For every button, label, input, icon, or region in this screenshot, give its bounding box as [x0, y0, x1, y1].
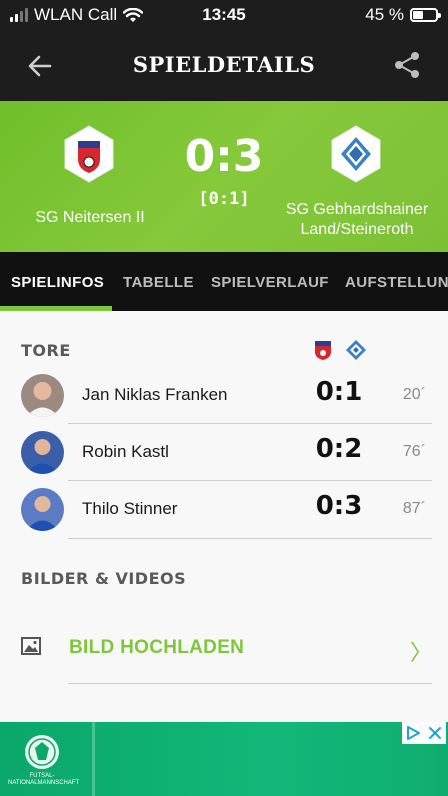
away-crest-icon — [331, 125, 381, 183]
row-divider — [68, 683, 432, 684]
image-icon — [21, 637, 41, 655]
home-team-name[interactable]: SG Neitersen II — [10, 208, 170, 228]
dfb-logo-icon — [25, 735, 59, 769]
goal-score: 0:1 — [315, 377, 363, 407]
away-team-name[interactable]: SG Gebhardshainer Land/Steineroth — [272, 200, 442, 240]
goals-section-title: TORE — [21, 341, 71, 360]
ad-banner[interactable]: FUTSAL-NATIONALMANNSCHAFT — [0, 722, 448, 796]
player-photo-icon — [21, 431, 64, 474]
chevron-right-icon: 〉 — [409, 640, 432, 665]
goal-score: 0:3 — [315, 491, 363, 521]
ad-logo-text: FUTSAL-NATIONALMANNSCHAFT — [8, 773, 80, 786]
player-avatar — [21, 431, 64, 474]
player-name: Thilo Stinner — [82, 499, 178, 518]
battery-icon — [410, 8, 441, 22]
status-right: 45 % — [365, 5, 441, 25]
home-crest-icon — [64, 125, 114, 183]
player-avatar — [21, 488, 64, 531]
goal-minute: 87´ — [402, 500, 426, 517]
upload-label: BILD HOCHLADEN — [69, 637, 245, 658]
home-team-crest[interactable] — [60, 125, 118, 183]
tab-aufstellung[interactable]: AUFSTELLUNG — [345, 274, 448, 291]
home-mini-crest-icon — [315, 341, 331, 360]
match-score: 0:3 — [184, 131, 264, 182]
away-mini-crest-icon — [346, 340, 366, 360]
battery-percent: 45 % — [365, 5, 404, 24]
app-header-area: WLAN Call 13:45 45 % SPIELDETAILS — [0, 0, 448, 101]
goal-row[interactable]: Thilo Stinner 0:3 87´ — [0, 481, 448, 538]
away-team-name-line1: SG Gebhardshainer — [285, 201, 429, 218]
goal-row[interactable]: Jan Niklas Franken 0:1 20´ — [0, 367, 448, 424]
player-photo-icon — [21, 374, 64, 417]
close-icon[interactable] — [427, 725, 443, 741]
status-bar: WLAN Call 13:45 45 % — [0, 0, 448, 30]
player-name: Robin Kastl — [82, 442, 169, 461]
tab-bar: SPIELINFOS TABELLE SPIELVERLAUF AUFSTELL… — [0, 252, 448, 311]
away-team-crest[interactable] — [327, 125, 385, 183]
player-avatar — [21, 374, 64, 417]
goal-minute: 76´ — [402, 443, 426, 460]
row-divider — [68, 538, 432, 539]
upload-image-button[interactable]: BILD HOCHLADEN 〉 — [0, 623, 448, 673]
tab-spielverlauf[interactable]: SPIELVERLAUF — [211, 274, 329, 291]
goal-row[interactable]: Robin Kastl 0:2 76´ — [0, 424, 448, 481]
nav-bar: SPIELDETAILS — [0, 30, 448, 101]
away-team-name-line2: Land/Steineroth — [300, 221, 414, 238]
content-area: TORE Jan Niklas Franken 0:1 20´ Robin Ka… — [0, 311, 448, 722]
share-icon[interactable] — [390, 48, 424, 82]
goal-score: 0:2 — [315, 434, 363, 464]
ad-choices-icon[interactable] — [405, 725, 421, 741]
player-name: Jan Niklas Franken — [82, 385, 228, 404]
ad-controls — [402, 722, 446, 744]
media-section-title: BILDER & VIDEOS — [21, 569, 187, 588]
ad-decoration — [92, 722, 95, 796]
match-banner: 0:3 [0:1] SG Neitersen II SG Gebhardshai… — [0, 101, 448, 252]
tab-spielinfos[interactable]: SPIELINFOS — [11, 274, 104, 291]
tab-tabelle[interactable]: TABELLE — [123, 274, 194, 291]
goal-minute: 20´ — [402, 386, 426, 403]
page-title: SPIELDETAILS — [132, 52, 316, 77]
player-photo-icon — [21, 488, 64, 531]
halftime-score: [0:1] — [198, 189, 250, 209]
